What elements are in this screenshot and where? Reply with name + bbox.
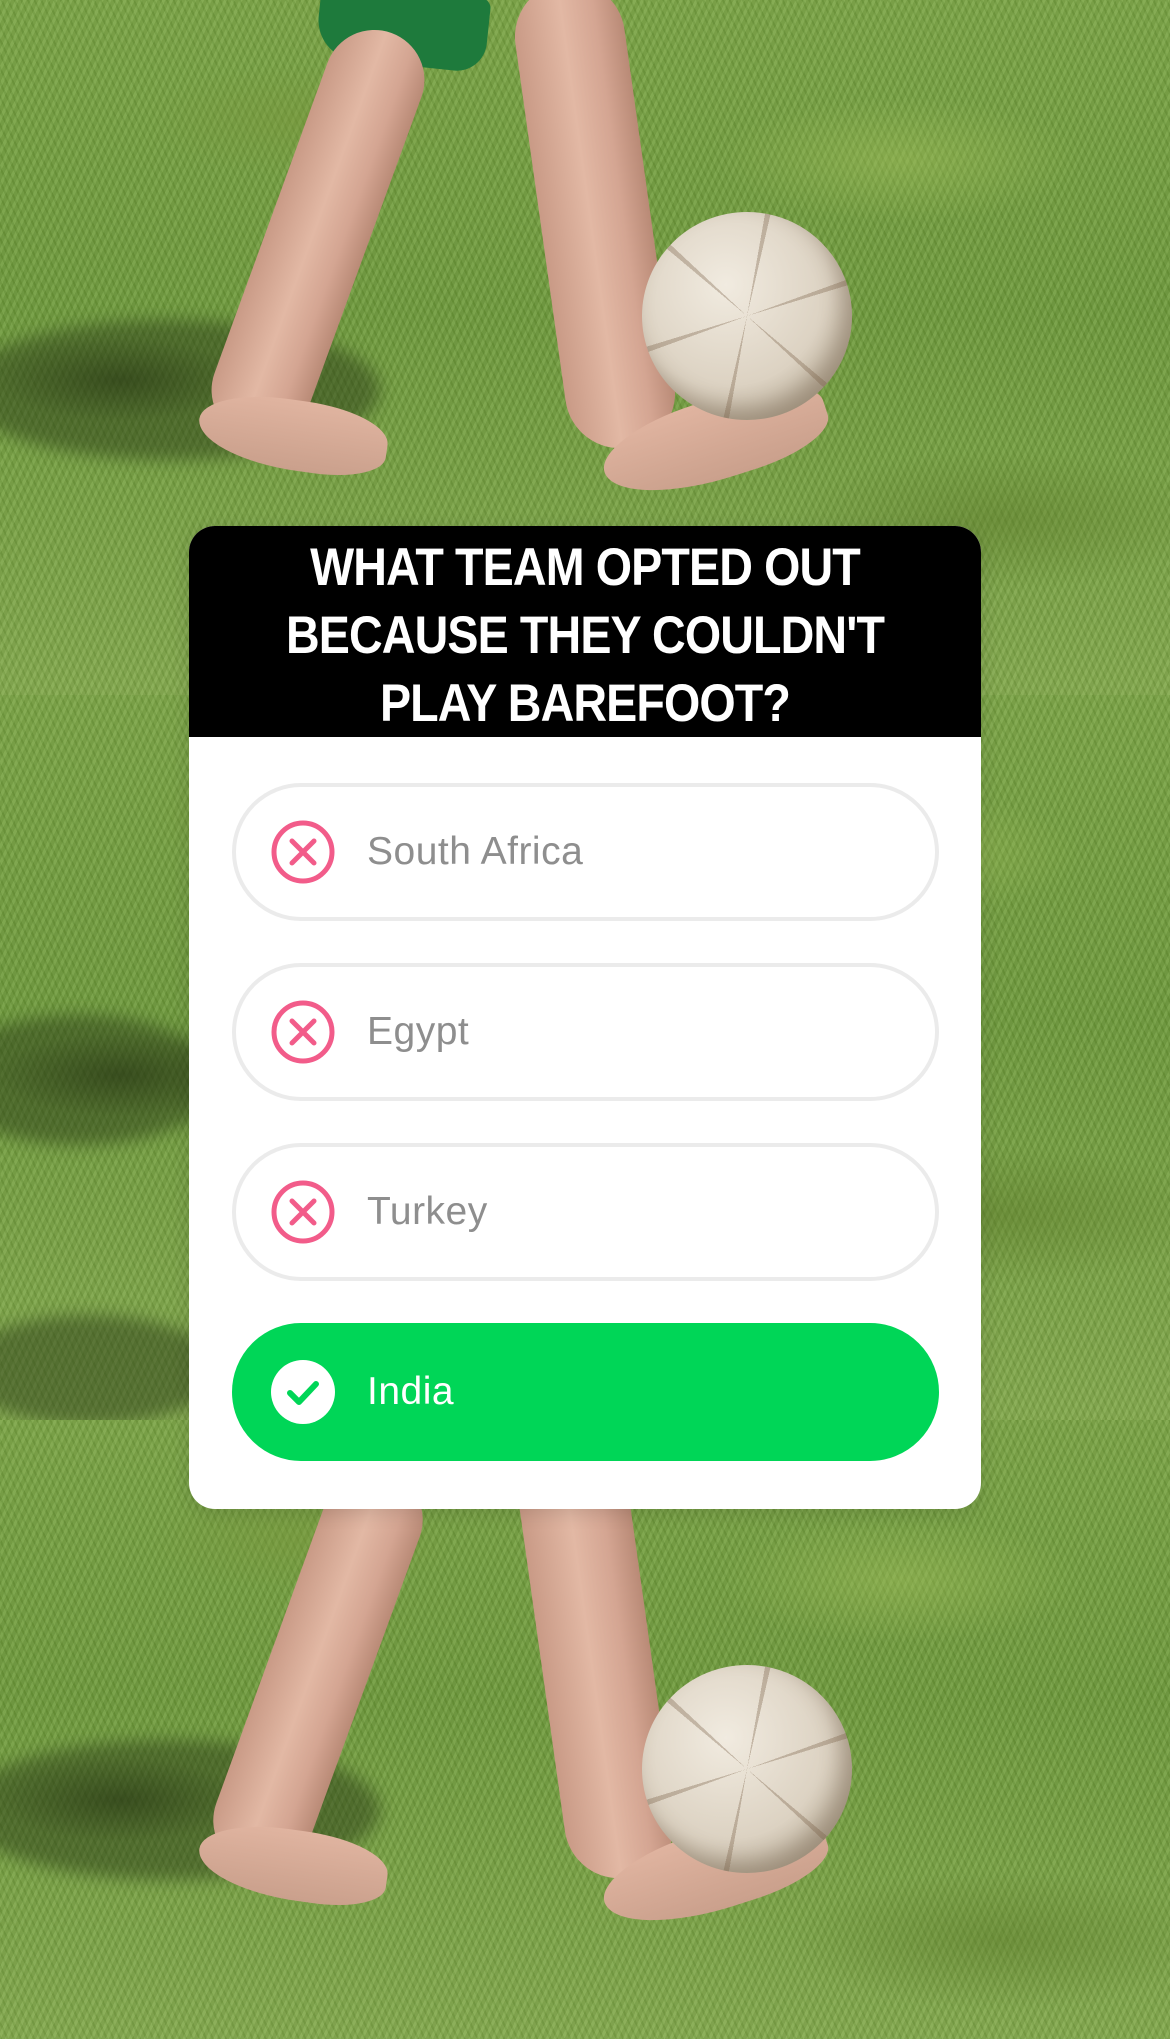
- quiz-question: WHAT TEAM OPTED OUT BECAUSE THEY COULDN'…: [285, 537, 885, 733]
- option-south-africa[interactable]: South Africa: [232, 783, 939, 921]
- x-circle-icon: [270, 1179, 336, 1245]
- option-egypt[interactable]: Egypt: [232, 963, 939, 1101]
- option-india[interactable]: India: [232, 1323, 939, 1461]
- check-circle-icon: [270, 1359, 336, 1425]
- quiz-options: South Africa Egypt Turkey India: [232, 783, 939, 1461]
- option-label: India: [367, 1370, 455, 1413]
- x-circle-icon: [270, 999, 336, 1065]
- grass-photo-bottom: [0, 1420, 1170, 2039]
- quiz-card: WHAT TEAM OPTED OUT BECAUSE THEY COULDN'…: [189, 526, 981, 1509]
- option-label: South Africa: [367, 830, 584, 873]
- option-label: Egypt: [367, 1010, 470, 1053]
- x-circle-icon: [270, 819, 336, 885]
- option-turkey[interactable]: Turkey: [232, 1143, 939, 1281]
- option-label: Turkey: [367, 1190, 488, 1233]
- quiz-header: WHAT TEAM OPTED OUT BECAUSE THEY COULDN'…: [189, 526, 981, 737]
